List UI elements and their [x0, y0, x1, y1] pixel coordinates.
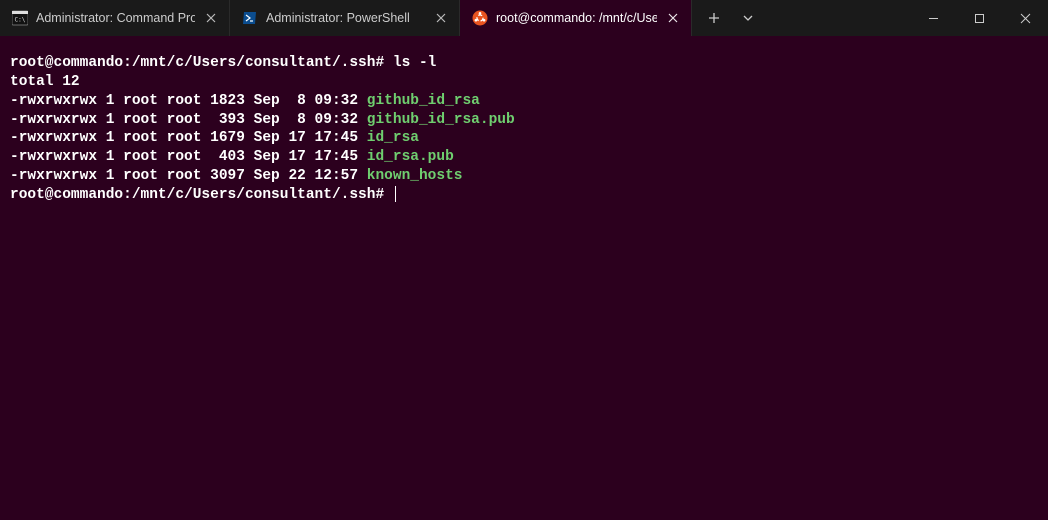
ubuntu-icon [472, 10, 488, 26]
tab-ubuntu[interactable]: root@commando: /mnt/c/Users [460, 0, 692, 36]
close-icon[interactable] [433, 10, 449, 26]
file-name: id_rsa [367, 130, 419, 146]
tab-dropdown-button[interactable] [734, 4, 762, 32]
close-icon[interactable] [665, 10, 681, 26]
file-meta: -rwxrwxrwx 1 root root 1823 Sep 8 09:32 [10, 93, 367, 109]
file-meta: -rwxrwxrwx 1 root root 403 Sep 17 17:45 [10, 149, 367, 165]
maximize-button[interactable] [956, 0, 1002, 36]
file-meta: -rwxrwxrwx 1 root root 3097 Sep 22 12:57 [10, 168, 367, 184]
titlebar: C:\ Administrator: Command Promp Adminis… [0, 0, 1048, 36]
terminal-content[interactable]: root@commando:/mnt/c/Users/consultant/.s… [0, 36, 1048, 520]
close-window-button[interactable] [1002, 0, 1048, 36]
file-name: id_rsa.pub [367, 149, 454, 165]
new-tab-button[interactable] [700, 4, 728, 32]
total-line: total 12 [10, 73, 1038, 92]
close-icon[interactable] [203, 10, 219, 26]
cursor [395, 186, 396, 202]
tab-label: root@commando: /mnt/c/Users [496, 11, 657, 25]
file-meta: -rwxrwxrwx 1 root root 393 Sep 8 09:32 [10, 112, 367, 128]
tab-powershell[interactable]: Administrator: PowerShell [230, 0, 460, 36]
powershell-icon [242, 10, 258, 26]
file-name: github_id_rsa.pub [367, 112, 515, 128]
newtab-area [692, 0, 770, 36]
window-controls [910, 0, 1048, 36]
file-name: known_hosts [367, 168, 463, 184]
tab-cmd[interactable]: C:\ Administrator: Command Promp [0, 0, 230, 36]
cmd-icon: C:\ [12, 10, 28, 26]
command-text: ls -l [393, 55, 437, 71]
prompt: root@commando:/mnt/c/Users/consultant/.s… [10, 187, 384, 203]
file-name: github_id_rsa [367, 93, 480, 109]
minimize-button[interactable] [910, 0, 956, 36]
file-meta: -rwxrwxrwx 1 root root 1679 Sep 17 17:45 [10, 130, 367, 146]
tabs-container: C:\ Administrator: Command Promp Adminis… [0, 0, 910, 36]
tab-label: Administrator: Command Promp [36, 11, 195, 25]
prompt: root@commando:/mnt/c/Users/consultant/.s… [10, 55, 384, 71]
svg-text:C:\: C:\ [15, 17, 26, 24]
tab-label: Administrator: PowerShell [266, 11, 425, 25]
